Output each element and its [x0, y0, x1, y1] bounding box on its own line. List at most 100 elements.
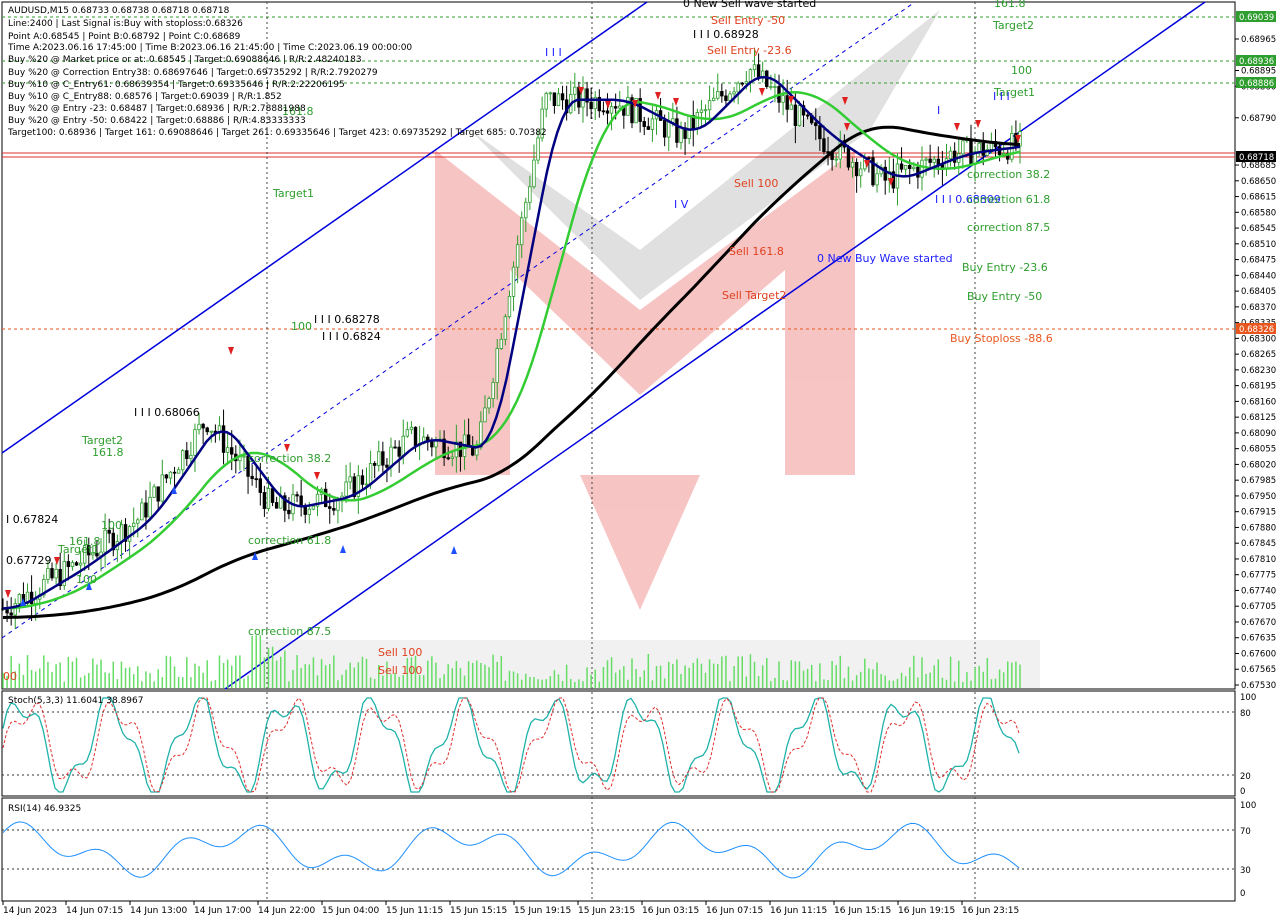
candle-body: [413, 426, 418, 446]
price-tick-label: 0.68965: [1241, 35, 1276, 45]
candle-body: [368, 463, 373, 485]
corr618-left-text: correction 61.8: [248, 534, 331, 547]
price-tick-label: 0.68580: [1241, 208, 1276, 218]
svg-text:Buy %20 @ Market price or at:: Buy %20 @ Market price or at: 0.68545 | …: [8, 55, 362, 65]
candle-body: [732, 91, 736, 95]
candle-body: [511, 266, 516, 297]
candle-body: [560, 93, 565, 101]
wave-iv-text: I V: [674, 198, 689, 211]
candle-body: [164, 474, 169, 479]
target1-mid-text: Target1: [272, 187, 314, 200]
candle-body: [662, 120, 667, 138]
candle-body: [507, 295, 512, 318]
price-tick-label: 0.68440: [1241, 271, 1276, 281]
svg-text:Point A:0.68545 | Point B:0.68: Point A:0.68545 | Point B:0.68792 | Poin…: [8, 32, 241, 42]
price-tick-label: 0.67775: [1241, 571, 1276, 581]
candle-body: [928, 158, 932, 163]
candle-body: [156, 486, 160, 502]
svg-text:Time A:2023.06.16 17:45:00 | T: Time A:2023.06.16 17:45:00 | Time B:2023…: [7, 43, 412, 53]
svg-text:30: 30: [1240, 866, 1251, 876]
candle-body: [201, 423, 205, 429]
candle-body: [675, 118, 679, 143]
candle-body: [548, 92, 553, 95]
price-tick-label: 0.67845: [1241, 539, 1276, 549]
candle-body: [781, 95, 785, 103]
candle-body: [903, 165, 908, 170]
candle-body: [274, 502, 279, 509]
candle-body: [748, 69, 753, 83]
candle-body: [393, 446, 397, 449]
candle-body: [854, 162, 859, 177]
candle-body: [372, 463, 377, 466]
wave-iii-right-text: I I I: [993, 90, 1010, 103]
candle-body: [144, 502, 148, 518]
candle-body: [409, 426, 414, 431]
svg-text:Buy %20 @ Entry -50: 0.68422 |: Buy %20 @ Entry -50: 0.68422 | Target:0.…: [8, 116, 306, 126]
candle-body: [74, 562, 79, 566]
candle-body: [981, 142, 985, 156]
sell-100-mid-text: Sell 100: [734, 177, 778, 190]
svg-text:70: 70: [1240, 827, 1251, 837]
svg-text:80: 80: [1240, 709, 1251, 719]
time-tick-label: 16 Jun 15:15: [834, 906, 891, 916]
candle-body: [299, 495, 303, 507]
candle-body: [961, 140, 965, 155]
corr382-left-text: correction 38.2: [248, 452, 331, 465]
stoch-label: Stoch(5,3,3) 11.6041 38.8967: [8, 696, 143, 706]
candle-body: [450, 456, 454, 459]
rsi-label: RSI(14) 46.9325: [8, 804, 81, 814]
time-tick-label: 16 Jun 23:15: [962, 906, 1019, 916]
price-tick-label: 0.67635: [1241, 634, 1276, 644]
candle-body: [189, 454, 193, 459]
price-tick-label: 0.68650: [1241, 177, 1276, 187]
level-68066-text: I I I 0.68066: [134, 406, 200, 419]
candle-body: [287, 509, 291, 515]
candle-body: [756, 64, 761, 79]
candle-body: [769, 86, 773, 88]
stoch-pane[interactable]: [1, 690, 1236, 797]
candle-body: [679, 127, 683, 143]
candle-body: [1010, 133, 1014, 160]
svg-text:0.69039: 0.69039: [1239, 13, 1274, 23]
candle-body: [303, 505, 307, 515]
candle-body: [920, 159, 924, 178]
candle-body: [254, 478, 258, 481]
candle-body: [850, 162, 855, 168]
rsi-pane[interactable]: [1, 797, 1236, 902]
candle-body: [483, 407, 487, 423]
sell-100-a-text: Sell 100: [378, 646, 422, 659]
candle-body: [846, 146, 851, 168]
candle-body: [17, 594, 22, 604]
candle-body: [797, 105, 802, 126]
candle-body: [250, 475, 254, 480]
candle-body: [822, 138, 826, 152]
svg-text:0: 0: [1240, 889, 1245, 899]
target2-right-text: Target2: [992, 19, 1034, 32]
svg-text:Buy %10 @ C_Entry88: 0.68576 |: Buy %10 @ C_Entry88: 0.68576 | Target:0.…: [8, 92, 282, 102]
price-tick-label: 0.68195: [1241, 382, 1276, 392]
candle-body: [401, 435, 405, 457]
time-tick-label: 14 Jun 22:00: [258, 906, 315, 916]
buy-entry-23-text: Buy Entry -23.6: [962, 261, 1048, 274]
t100-c-text: 100: [76, 573, 97, 586]
candle-body: [977, 142, 981, 152]
time-tick-label: 16 Jun 19:15: [898, 906, 955, 916]
candle-body: [699, 109, 704, 113]
wave-ii-text: I I I: [545, 46, 562, 59]
candle-body: [773, 86, 777, 88]
price-tick-label: 0.67565: [1241, 665, 1276, 675]
time-tick-label: 16 Jun 11:15: [770, 906, 827, 916]
trading-chart[interactable]: 0 New Sell wave started Sell Entry -50 S…: [0, 0, 1280, 920]
candle-body: [552, 92, 557, 107]
candle-body: [140, 502, 144, 521]
level-68278-text: I I I 0.68278: [314, 313, 380, 326]
candle-body: [148, 496, 152, 518]
candle-body: [78, 562, 83, 566]
time-tick-label: 14 Jun 17:00: [194, 906, 251, 916]
candle-body: [752, 64, 757, 71]
candle-body: [613, 106, 618, 109]
candle-body: [573, 86, 577, 95]
price-tick-label: 0.67600: [1241, 649, 1276, 659]
price-tick-label: 0.68370: [1241, 303, 1276, 313]
price-tick-label: 0.67810: [1241, 555, 1276, 565]
